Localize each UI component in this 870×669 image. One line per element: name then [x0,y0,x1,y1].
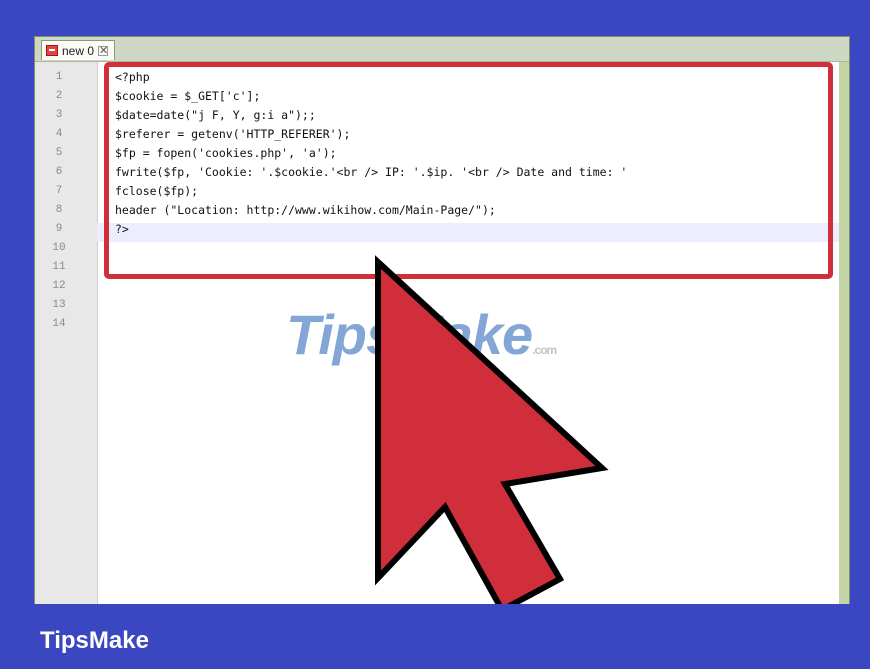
code-highlight-box [104,62,833,279]
line-number: 11 [52,261,66,273]
watermark: TipsMake.com [286,302,557,367]
watermark-suffix: .com [532,343,557,357]
line-number: 6 [55,166,63,178]
line-number: 13 [52,299,66,311]
line-number: 9 [55,223,63,235]
tab-bar: new 0 ✕ [35,37,849,62]
line-number: 1 [55,71,63,83]
line-number: 3 [55,109,63,121]
line-number: 12 [52,280,66,292]
line-number: 7 [55,185,63,197]
line-number: 10 [52,242,66,254]
watermark-text: TipsMake [286,303,533,366]
line-number: 14 [52,318,66,330]
line-number: 2 [55,90,63,102]
unsaved-file-icon [46,45,58,56]
tab-new-file[interactable]: new 0 ✕ [41,40,116,60]
line-number-gutter: 1 2 3 4 5 6 7 8 9 10 11 12 13 14 [35,62,98,604]
line-number: 5 [55,147,63,159]
line-number: 4 [55,128,63,140]
editor-edge [839,62,849,604]
close-icon[interactable]: ✕ [98,45,108,56]
brand-label: TipsMake [40,627,149,654]
line-number: 8 [55,204,63,216]
tab-label: new 0 [62,43,95,58]
